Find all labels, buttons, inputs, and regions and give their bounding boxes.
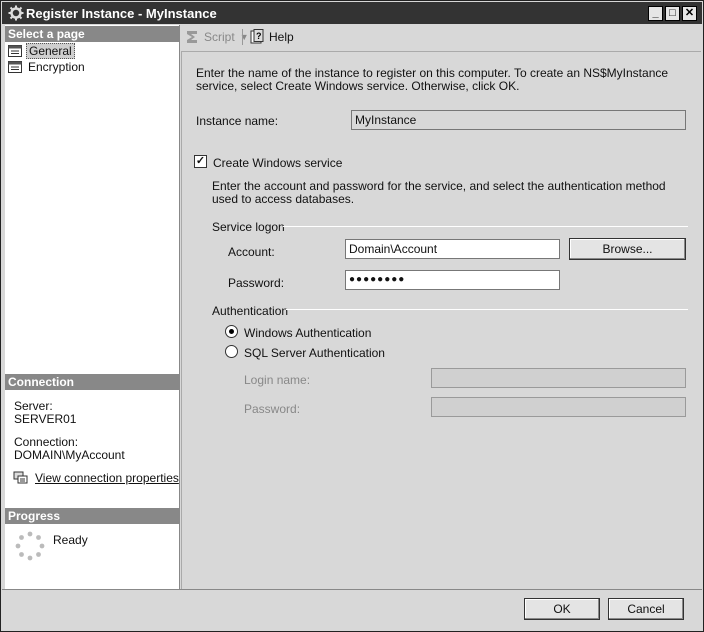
dialog-button-bar: OK Cancel <box>2 589 702 631</box>
sql-auth-radio[interactable] <box>225 345 238 358</box>
progress-status: Ready <box>53 533 88 547</box>
password-input[interactable]: ●●●●●●●● <box>345 270 560 290</box>
authentication-label: Authentication <box>212 304 289 318</box>
script-button[interactable]: Script ▼ <box>184 29 249 45</box>
connection-header: Connection <box>5 374 180 390</box>
page-properties-icon <box>8 44 22 57</box>
login-name-label: Login name: <box>244 373 311 387</box>
title-bar[interactable]: Register Instance - MyInstance _ □ ✕ <box>2 2 702 24</box>
view-connection-properties[interactable]: View connection properties <box>13 471 179 485</box>
windows-auth-radio[interactable] <box>225 325 238 338</box>
sql-password-input[interactable] <box>431 397 686 417</box>
intro-text: Enter the name of the instance to regist… <box>196 66 669 93</box>
server-properties-icon <box>13 471 29 485</box>
minimize-button[interactable]: _ <box>648 6 663 21</box>
toolbar-separator <box>242 29 243 45</box>
svg-text:?: ? <box>256 31 262 41</box>
gear-icon <box>8 5 24 21</box>
page-item-general[interactable]: General <box>8 42 75 59</box>
sql-auth-label[interactable]: SQL Server Authentication <box>244 346 385 360</box>
login-name-input[interactable] <box>431 368 686 388</box>
maximize-button[interactable]: □ <box>665 6 680 21</box>
server-value: SERVER01 <box>14 412 77 426</box>
sql-password-label: Password: <box>244 402 301 416</box>
service-logon-label: Service logon <box>212 220 285 234</box>
close-button[interactable]: ✕ <box>682 6 697 21</box>
register-instance-dialog: Register Instance - MyInstance _ □ ✕ Sel… <box>0 0 704 632</box>
connection-value: DOMAIN\MyAccount <box>14 448 125 462</box>
service-logon-divider <box>283 226 688 227</box>
script-label: Script <box>204 30 235 44</box>
select-page-header: Select a page <box>5 26 180 42</box>
create-service-checkbox[interactable]: ✓ <box>194 155 207 168</box>
toolbar: Script ▼ ? Help <box>181 25 701 49</box>
cancel-button[interactable]: Cancel <box>608 598 684 620</box>
password-label: Password: <box>228 276 285 290</box>
ok-button[interactable]: OK <box>524 598 600 620</box>
page-item-label: Encryption <box>28 59 85 74</box>
account-input[interactable]: Domain\Account <box>345 239 560 259</box>
account-label: Account: <box>228 245 275 259</box>
create-service-label[interactable]: Create Windows service <box>213 156 342 170</box>
progress-header: Progress <box>5 508 180 524</box>
service-description: Enter the account and password for the s… <box>212 179 666 206</box>
spinner-icon <box>15 531 45 564</box>
authentication-divider <box>286 309 688 310</box>
script-icon <box>184 29 200 45</box>
page-item-encryption[interactable]: Encryption <box>8 59 87 74</box>
page-item-label: General <box>26 42 75 59</box>
help-label: Help <box>269 30 294 44</box>
instance-name-field: MyInstance <box>351 110 686 130</box>
help-icon: ? <box>249 29 265 45</box>
view-connection-properties-link[interactable]: View connection properties <box>35 471 179 485</box>
page-properties-icon <box>8 60 22 73</box>
general-page-content: Enter the name of the instance to regist… <box>181 51 701 589</box>
help-button[interactable]: ? Help <box>249 29 294 45</box>
left-pane: Select a page General Encryption Connect… <box>5 25 180 589</box>
instance-name-label: Instance name: <box>196 114 279 128</box>
window-title: Register Instance - MyInstance <box>26 6 217 21</box>
windows-auth-label[interactable]: Windows Authentication <box>244 326 371 340</box>
browse-button[interactable]: Browse... <box>569 238 686 260</box>
